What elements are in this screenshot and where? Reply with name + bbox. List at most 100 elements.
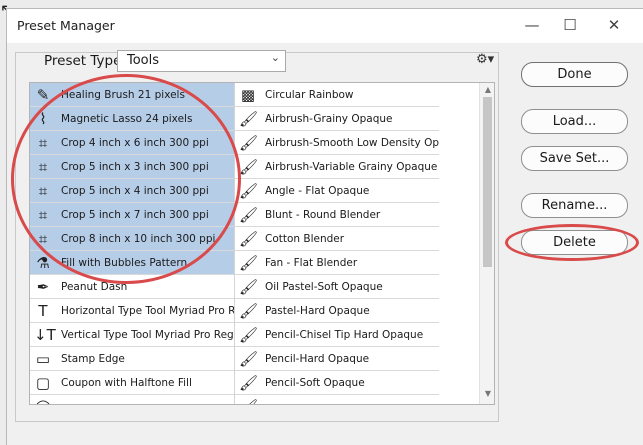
brush-icon: 🖌: [239, 278, 259, 296]
brush-icon: 🖌: [239, 350, 259, 368]
tool-left-row[interactable]: ⌗ Crop 8 inch x 10 inch 300 ppi: [30, 227, 235, 251]
tool-right-label: Airbrush-Grainy Opaque: [265, 113, 393, 125]
tool-left-label: Coupon with Halftone Fill: [61, 377, 192, 389]
tool-right-row[interactable]: ▩ Circular Rainbow: [235, 83, 439, 107]
crop-icon: ⌗: [38, 182, 48, 200]
brush-icon: 🖌: [239, 254, 259, 272]
vertical-scrollbar[interactable]: ▲ ▼: [479, 83, 494, 404]
tool-right-row[interactable]: 🖌 Oil Pastel-Soft Opaque: [235, 275, 439, 299]
tool-right-row[interactable]: 🖌 Blunt - Round Blender: [235, 203, 439, 227]
rectangle-icon: ▭: [35, 350, 51, 368]
tool-right-row[interactable]: 🖌 Cotton Blender: [235, 227, 439, 251]
tool-right-label: Pencil-Soft Opaque: [265, 377, 365, 389]
ellipse-icon: ◯: [34, 398, 52, 404]
tool-left-row[interactable]: ⌗ Crop 5 inch x 3 inch 300 ppi: [30, 155, 235, 179]
tool-left-row[interactable]: ⌗ Crop 5 inch x 7 inch 300 ppi: [30, 203, 235, 227]
tool-left-row[interactable]: ⌗ Crop 4 inch x 6 inch 300 ppi: [30, 131, 235, 155]
brush-icon: 🖌: [239, 398, 258, 404]
tool-right-label: Pencil-Chisel Tip Hard Opaque: [265, 329, 424, 341]
tool-left-label: Vertical Type Tool Myriad Pro Regul...: [61, 329, 235, 341]
window-title: Preset Manager: [17, 18, 115, 33]
tool-right-row[interactable]: 🖌 Pencil-Chisel Tip Hard Opaque: [235, 323, 439, 347]
tool-right-label: Airbrush-Smooth Low Density Opaq...: [265, 137, 439, 149]
tool-left-label: Magnetic Lasso 24 pixels: [61, 113, 193, 125]
tool-left-row[interactable]: ↓T Vertical Type Tool Myriad Pro Regul...: [30, 323, 235, 347]
close-button[interactable]: ✕: [599, 13, 629, 37]
brush-icon: 🖌: [239, 158, 259, 176]
minimize-button[interactable]: —: [517, 13, 547, 37]
tool-left-label: Horizontal Type Tool Myriad Pro Re...: [61, 305, 235, 317]
tool-left-label: Peanut Dash: [61, 281, 128, 293]
tool-left-label: Crop 8 inch x 10 inch 300 ppi: [61, 233, 216, 245]
tool-right-label: Fan - Flat Blender: [265, 257, 358, 269]
save-set-button[interactable]: Save Set...: [521, 146, 628, 171]
tool-right-label: Circular Rainbow: [265, 89, 354, 101]
crop-icon: ⌗: [38, 230, 48, 248]
tool-right-row[interactable]: 🖌 Pencil-Hard Opaque: [235, 347, 439, 371]
tool-right-label: Oil Pastel-Soft Opaque: [265, 281, 383, 293]
scroll-up-icon[interactable]: ▲: [483, 85, 493, 94]
brush-icon: 🖌: [239, 110, 259, 128]
tool-left-label: Crop 5 inch x 7 inch 300 ppi: [61, 209, 209, 221]
tool-left-row[interactable]: ⚗ Fill with Bubbles Pattern: [30, 251, 235, 275]
delete-button[interactable]: Delete: [521, 230, 628, 255]
tool-right-label: Angle - Flat Opaque: [265, 185, 370, 197]
healing-brush-icon: ✎: [36, 86, 50, 104]
pen-icon: ✒: [36, 278, 50, 296]
tool-right-row[interactable]: 🖌 Pastel-Hard Opaque: [235, 299, 439, 323]
brush-icon: 🖌: [239, 182, 259, 200]
tool-right-label: Cotton Blender: [265, 233, 345, 245]
scrollbar-thumb[interactable]: [483, 97, 492, 267]
magnetic-lasso-icon: ⌇: [39, 110, 47, 128]
preset-type-label: Preset Type:: [41, 53, 129, 69]
tool-left-row[interactable]: ✎ Healing Brush 21 pixels: [30, 83, 235, 107]
tool-left-label: Crop 5 inch x 4 inch 300 ppi: [61, 185, 209, 197]
tool-left-row[interactable]: ▭ Stamp Edge: [30, 347, 235, 371]
brush-icon: 🖌: [239, 326, 259, 344]
vertical-type-icon: ↓T: [34, 326, 56, 344]
paint-bucket-icon: ⚗: [36, 254, 50, 272]
crop-icon: ⌗: [38, 206, 48, 224]
tool-right-row[interactable]: 🖌 Fan - Flat Blender: [235, 251, 439, 275]
brush-icon: 🖌: [239, 374, 259, 392]
crop-icon: ⌗: [38, 134, 48, 152]
tool-right-row[interactable]: 🖌 Airbrush-Grainy Opaque: [235, 107, 439, 131]
chevron-down-icon: ⌄: [270, 51, 280, 64]
preset-type-select[interactable]: Tools ⌄: [117, 50, 286, 72]
tool-right-row[interactable]: 🖌 Pencil-Soft Opaque: [235, 371, 439, 395]
tool-right-row[interactable]: 🖌: [235, 395, 439, 404]
tool-right-row[interactable]: 🖌 Airbrush-Variable Grainy Opaque: [235, 155, 439, 179]
load-button[interactable]: Load...: [521, 109, 628, 134]
tool-left-row[interactable]: ✒ Peanut Dash: [30, 275, 235, 299]
tool-left-label: Fill with Bubbles Pattern: [61, 257, 188, 269]
tool-left-row[interactable]: ▢ Coupon with Halftone Fill: [30, 371, 235, 395]
tool-left-row[interactable]: ⌇ Magnetic Lasso 24 pixels: [30, 107, 235, 131]
gradient-icon: ▩: [240, 86, 256, 104]
tool-left-row[interactable]: ⌗ Crop 5 inch x 4 inch 300 ppi: [30, 179, 235, 203]
maximize-button[interactable]: ☐: [555, 13, 585, 37]
preset-column-right: ▩ Circular Rainbow 🖌 Airbrush-Grainy Opaque…: [234, 83, 439, 404]
rounded-rectangle-icon: ▢: [35, 374, 51, 392]
tool-right-label: Pastel-Hard Opaque: [265, 305, 370, 317]
brush-icon: 🖌: [239, 302, 259, 320]
preset-column-left: ✎ Healing Brush 21 pixels ⌇ Magnetic Lasso …: [30, 83, 235, 404]
crop-icon: ⌗: [38, 158, 48, 176]
tool-right-row[interactable]: 🖌 Airbrush-Smooth Low Density Opaq...: [235, 131, 439, 155]
tool-left-label: Crop 4 inch x 6 inch 300 ppi: [61, 137, 209, 149]
brush-icon: 🖌: [239, 230, 259, 248]
tool-left-row[interactable]: T Horizontal Type Tool Myriad Pro Re...: [30, 299, 235, 323]
tool-right-label: Blunt - Round Blender: [265, 209, 381, 221]
gear-icon[interactable]: ⚙▾: [476, 52, 494, 67]
preset-list[interactable]: ✎ Healing Brush 21 pixels ⌇ Magnetic Lasso …: [29, 82, 495, 405]
tool-left-label: Stamp Edge: [61, 353, 125, 365]
tool-right-label: Airbrush-Variable Grainy Opaque: [265, 161, 438, 173]
title-bar: Preset Manager — ☐ ✕: [7, 9, 643, 43]
done-button[interactable]: Done: [521, 62, 628, 87]
tool-left-row[interactable]: ◯: [30, 395, 235, 404]
scroll-down-icon[interactable]: ▼: [483, 389, 493, 398]
rename-button[interactable]: Rename...: [521, 193, 628, 218]
brush-icon: 🖌: [239, 206, 259, 224]
horizontal-type-icon: T: [38, 302, 48, 320]
tool-left-label: Crop 5 inch x 3 inch 300 ppi: [61, 161, 209, 173]
tool-right-row[interactable]: 🖌 Angle - Flat Opaque: [235, 179, 439, 203]
